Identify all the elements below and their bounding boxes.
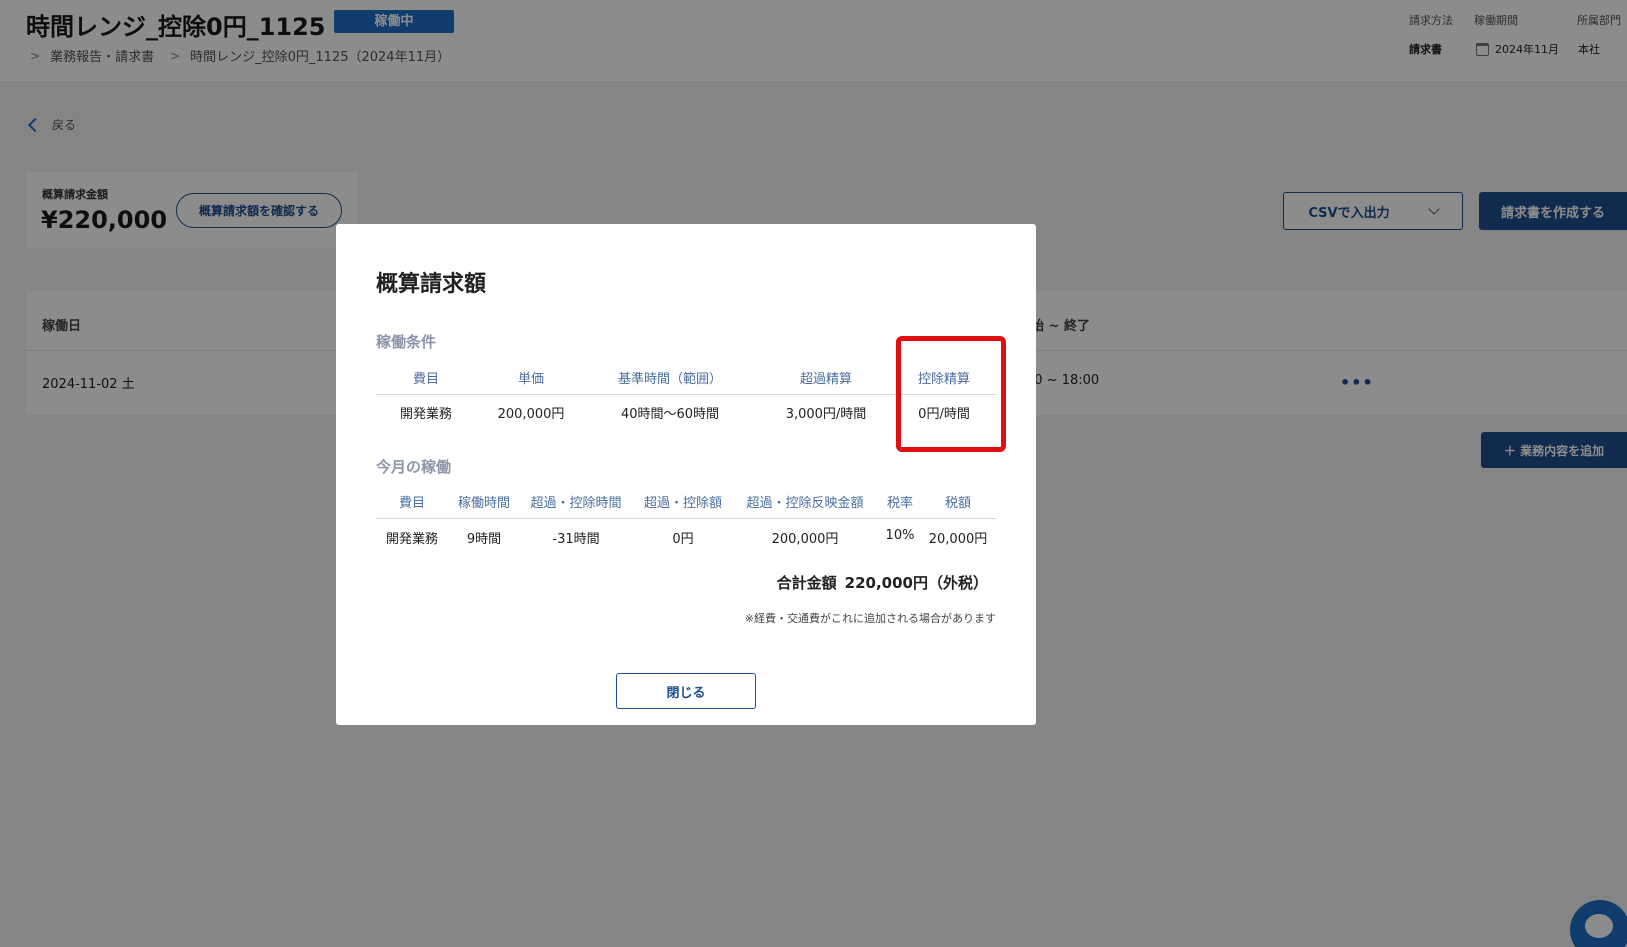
cond-header-unit-price: 単価 xyxy=(517,372,545,387)
monthly-section-title: 今月の稼働 xyxy=(376,458,452,476)
cond-cell-unit-price: 200,000円 xyxy=(497,407,565,422)
month-cell-item: 開発業務 xyxy=(385,532,439,547)
month-cell-reflected-amount: 200,000円 xyxy=(771,532,839,547)
month-header-diff-hours: 超過・控除時間 xyxy=(530,496,622,511)
cond-cell-item: 開発業務 xyxy=(399,407,453,422)
total-value: 220,000円（外税） xyxy=(844,574,988,592)
cond-cell-base-hours: 40時間〜60時間 xyxy=(620,407,720,422)
month-header-tax-rate: 税率 xyxy=(886,496,914,511)
month-cell-hours: 9時間 xyxy=(466,532,502,547)
cond-header-item: 費目 xyxy=(412,372,440,387)
month-header-item: 費目 xyxy=(398,496,426,511)
highlight-box xyxy=(896,336,1006,452)
month-header-hours: 稼働時間 xyxy=(457,496,511,511)
conditions-section-title: 稼働条件 xyxy=(376,333,437,351)
cond-cell-overtime: 3,000円/時間 xyxy=(785,407,867,422)
month-header-tax: 税額 xyxy=(944,496,972,511)
month-cell-tax: 20,000円 xyxy=(928,532,988,547)
month-cell-diff-amount: 0円 xyxy=(672,532,694,547)
table-divider xyxy=(376,518,996,519)
month-cell-tax-rate: 10% xyxy=(885,528,915,543)
cond-header-base-hours: 基準時間（範囲） xyxy=(617,372,723,387)
close-button[interactable]: 閉じる xyxy=(616,673,756,709)
expense-note: ※経費・交通費がこれに追加される場合があります xyxy=(744,612,996,625)
estimate-modal: 概算請求額 稼働条件 費目 単価 基準時間（範囲） 超過精算 控除精算 開発業務… xyxy=(336,224,1036,725)
month-header-reflected-amount: 超過・控除反映金額 xyxy=(746,496,864,511)
modal-title: 概算請求額 xyxy=(376,272,487,297)
total-label: 合計金額 xyxy=(776,574,837,592)
cond-header-overtime: 超過精算 xyxy=(799,372,853,387)
month-header-diff-amount: 超過・控除額 xyxy=(643,496,723,511)
total-amount: 合計金額 220,000円（外税） xyxy=(777,572,988,593)
month-cell-diff-hours: -31時間 xyxy=(552,532,600,547)
